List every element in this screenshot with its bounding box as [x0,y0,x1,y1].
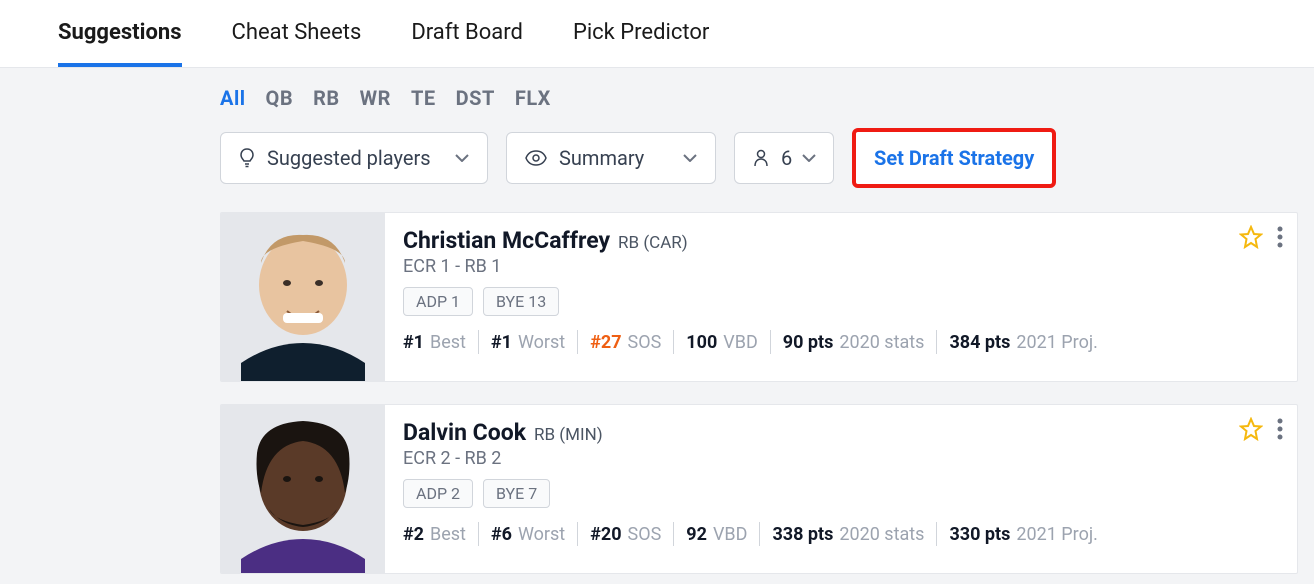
star-icon[interactable] [1239,225,1263,249]
sos-value: #20 [590,524,621,545]
more-icon[interactable] [1277,226,1283,248]
count-value: 6 [781,146,792,170]
worst-value: #1 [491,332,512,353]
player-card: Christian McCaffrey RB (CAR) ECR 1 - RB … [220,212,1298,382]
person-icon [753,149,769,167]
more-icon[interactable] [1277,418,1283,440]
sos-label: SOS [628,524,662,545]
prev-pts: 338 pts [772,524,833,545]
player-card: Dalvin Cook RB (MIN) ECR 2 - RB 2 ADP 2 … [220,404,1298,574]
best-value: #1 [403,332,424,353]
player-position: RB (CAR) [618,233,688,253]
ecr-line: ECR 2 - RB 2 [403,448,1279,469]
position-tabs: All QB RB WR TE DST FLX [220,86,1298,110]
adp-badge: ADP 1 [403,287,473,316]
adp-badge: ADP 2 [403,479,473,508]
ecr-line: ECR 1 - RB 1 [403,256,1279,277]
stat-row: #1 Best #1 Worst #27 SOS 100 VBD 90 pts2020 … [403,330,1279,354]
position-tab-all[interactable]: All [220,86,246,110]
vbd-value: 100 [686,332,717,353]
prev-label: 2020 stats [839,524,924,545]
player-photo [221,405,385,574]
summary-dropdown[interactable]: Summary [506,132,716,184]
player-name: Dalvin Cook [403,419,526,446]
player-photo [221,213,385,382]
player-position: RB (MIN) [534,425,603,445]
set-draft-strategy-button[interactable]: Set Draft Strategy [852,128,1056,188]
sos-label: SOS [628,332,662,353]
vbd-label: VBD [713,524,748,545]
eye-icon [525,150,547,166]
chevron-down-icon [455,154,469,162]
position-tab-te[interactable]: TE [411,86,436,110]
proj-pts: 384 pts [949,332,1010,353]
position-tab-dst[interactable]: DST [456,86,495,110]
stat-row: #2 Best #6 Worst #20 SOS 92 VBD 338 pts 2020 … [403,522,1279,546]
worst-value: #6 [491,524,512,545]
tab-pick-predictor[interactable]: Pick Predictor [573,20,709,67]
proj-pts: 330 pts [949,524,1010,545]
player-name: Christian McCaffrey [403,227,610,254]
best-label: Best [430,524,466,545]
best-label: Best [430,332,466,353]
suggested-players-dropdown[interactable]: Suggested players [220,132,488,184]
tab-suggestions[interactable]: Suggestions [58,20,182,67]
chevron-down-icon [683,154,697,162]
sos-value: #27 [590,332,621,353]
summary-label: Summary [559,146,644,170]
worst-label: Worst [518,524,565,545]
worst-label: Worst [518,332,565,353]
controls-row: Suggested players Summary [220,128,1298,188]
proj-label: 2021 Proj. [1016,332,1098,353]
prev-label: 2020 stats [839,332,924,353]
chevron-down-icon [802,154,816,162]
top-tabs: Suggestions Cheat Sheets Draft Board Pic… [0,0,1314,68]
tab-cheat-sheets[interactable]: Cheat Sheets [232,20,362,67]
suggested-players-label: Suggested players [267,146,431,170]
vbd-label: VBD [723,332,758,353]
count-dropdown[interactable]: 6 [734,132,834,184]
position-tab-rb[interactable]: RB [313,86,340,110]
proj-label: 2021 Proj. [1016,524,1098,545]
bye-badge: BYE 7 [483,479,550,508]
bye-badge: BYE 13 [483,287,559,316]
vbd-value: 92 [686,524,707,545]
star-icon[interactable] [1239,417,1263,441]
prev-pts: 90 pts [783,332,834,353]
lightbulb-icon [239,148,255,168]
tab-draft-board[interactable]: Draft Board [411,20,523,67]
best-value: #2 [403,524,424,545]
position-tab-flx[interactable]: FLX [515,86,551,110]
position-tab-wr[interactable]: WR [360,86,391,110]
position-tab-qb[interactable]: QB [266,86,294,110]
content-area: All QB RB WR TE DST FLX Suggested player… [0,68,1314,584]
